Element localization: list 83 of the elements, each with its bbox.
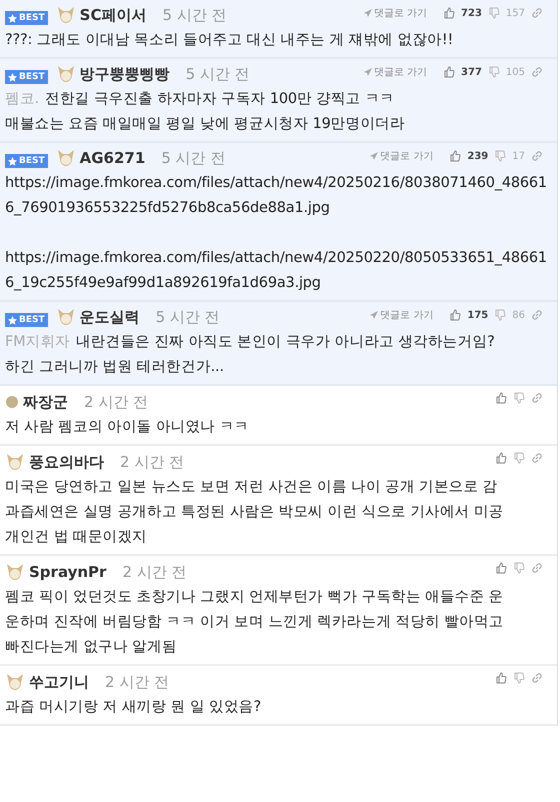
animal-avatar-icon [56, 148, 76, 168]
comment-text: https://image.fmkorea.com/files/attach/new4/20250216/8038071460_48661 [5, 174, 548, 193]
comment-text: 과즙세연은 실명 공개하고 특정된 사람은 박모씨 이런 식으로 기사에서 미공 [5, 503, 504, 522]
animal-avatar-icon [56, 64, 76, 84]
nickname[interactable]: SpraynPr [29, 563, 106, 581]
comment-text: 미국은 당연하고 일본 뉴스도 보면 저런 사건은 이름 나이 공개 기본으로 감 [5, 478, 499, 497]
nickname[interactable]: SC페이서 [80, 6, 146, 24]
comment-text: 운하며 진작에 버림당함 ㅋㅋ 이거 보며 느낀게 렉카라는게 적당히 빨아먹고 [5, 613, 504, 632]
nickname[interactable]: 방구뿡뿡삥빵 [80, 64, 170, 84]
thumbs-down-icon[interactable] [488, 7, 500, 19]
link-icon[interactable] [531, 309, 543, 321]
upvote-count: 239 [467, 150, 488, 162]
send-arrow-icon [364, 9, 372, 17]
thumbs-down-icon[interactable] [513, 562, 525, 574]
best-badge: BEST [5, 70, 48, 84]
thumbs-up-icon[interactable] [495, 562, 507, 574]
animal-avatar-icon [5, 672, 25, 692]
thumbs-up-icon[interactable] [449, 150, 462, 162]
link-icon[interactable] [531, 452, 543, 464]
thumbs-down-icon[interactable] [513, 392, 525, 404]
time-ago: 2 시간 전 [105, 672, 170, 692]
time-ago: 2 시간 전 [84, 392, 148, 412]
upvote-count: 377 [461, 66, 482, 78]
upvote-count: 175 [467, 310, 488, 320]
thumbs-down-icon[interactable] [494, 150, 506, 162]
send-arrow-icon [370, 152, 378, 160]
thumbs-up-icon[interactable] [449, 309, 462, 321]
thumbs-up-icon[interactable] [443, 7, 456, 19]
animal-avatar-icon [56, 5, 76, 25]
downvote-count: 157 [506, 8, 525, 18]
downvote-count: 17 [512, 150, 525, 162]
avatar-dot-icon [5, 395, 19, 409]
comment-text: 개인건 법 때문이겠지 [5, 528, 148, 547]
link-icon[interactable] [531, 66, 543, 78]
nickname[interactable]: 운도실력 [80, 308, 140, 326]
comment-text: 펨코 픽이 었던것도 초창기나 그랬지 언제부턴가 뻑가 구독학는 애들수준 운 [5, 588, 504, 607]
thumbs-up-icon[interactable] [495, 452, 507, 464]
link-icon[interactable] [531, 672, 543, 684]
time-ago: 5 시간 전 [161, 148, 226, 168]
best-badge: BEST [5, 154, 48, 168]
comment-text: 하긴 그러니까 법원 테러한건가... [5, 358, 225, 377]
comment-text: 매불쇼는 요즘 매일매일 평일 낮에 평균시청자 19만명이더라 [5, 115, 406, 134]
best-badge: BEST [5, 11, 48, 25]
link-icon[interactable] [531, 7, 543, 19]
nickname[interactable]: 풍요의바다 [29, 452, 104, 472]
thumbs-down-icon[interactable] [494, 309, 506, 321]
link-icon[interactable] [531, 150, 543, 162]
best-badge: BEST [5, 313, 48, 327]
downvote-count: 86 [512, 310, 525, 320]
thumbs-up-icon[interactable] [495, 392, 507, 404]
time-ago: 5 시간 전 [186, 64, 250, 84]
comment-text: 저 사람 펨코의 아이돌 아니였나 ㅋㅋ [5, 418, 250, 437]
reply-target: 펨코. [5, 91, 40, 107]
comment-text: 과즙 머시기랑 저 새끼랑 뭔 일 있었음? [5, 698, 262, 717]
animal-avatar-icon [56, 307, 76, 327]
comment-text: ???: 그래도 이대남 목소리 들어주고 대신 내주는 게 쟤밖에 없잖아!! [5, 31, 454, 50]
nickname[interactable]: AG6271 [80, 149, 146, 167]
animal-avatar-icon [5, 562, 25, 582]
link-icon[interactable] [531, 562, 543, 574]
downvote-count: 105 [506, 66, 525, 78]
comment-text: FM지휘자 내란견들은 진짜 아직도 본인이 극우가 아니라고 생각하는거임? [5, 333, 496, 352]
comment-text: 6_76901936553225fd5276b8ca56de88a1.jpg [5, 199, 331, 218]
nickname[interactable]: 짜장군 [23, 392, 68, 412]
nickname[interactable]: 쑤고기니 [29, 672, 89, 692]
time-ago: 5 시간 전 [156, 308, 220, 326]
comment-text: 펨코. 전한길 극우진출 하자마자 구독자 100만 걍찍고 ㅋㅋ [5, 90, 396, 109]
upvote-count: 723 [461, 8, 482, 18]
thumbs-up-icon[interactable] [495, 672, 507, 684]
thumbs-down-icon[interactable] [513, 672, 525, 684]
send-arrow-icon [370, 311, 378, 319]
reply-target: FM지휘자 [5, 334, 70, 350]
thumbs-up-icon[interactable] [443, 66, 456, 78]
thumbs-down-icon[interactable] [513, 452, 525, 464]
comment-text: https://image.fmkorea.com/files/attach/new4/20250220/8050533651_48661 [5, 249, 548, 268]
comment-text: 빠진다는게 없구나 알게됨 [5, 638, 178, 657]
time-ago: 5 시간 전 [162, 6, 227, 24]
time-ago: 2 시간 전 [122, 562, 187, 582]
link-icon[interactable] [531, 392, 543, 404]
comment-text: 6_19c255f49e9af99d1a892619fa1d69a3.jpg [5, 274, 322, 293]
time-ago: 2 시간 전 [120, 452, 184, 472]
send-arrow-icon [364, 68, 372, 76]
thumbs-down-icon[interactable] [488, 66, 500, 78]
animal-avatar-icon [5, 452, 25, 472]
